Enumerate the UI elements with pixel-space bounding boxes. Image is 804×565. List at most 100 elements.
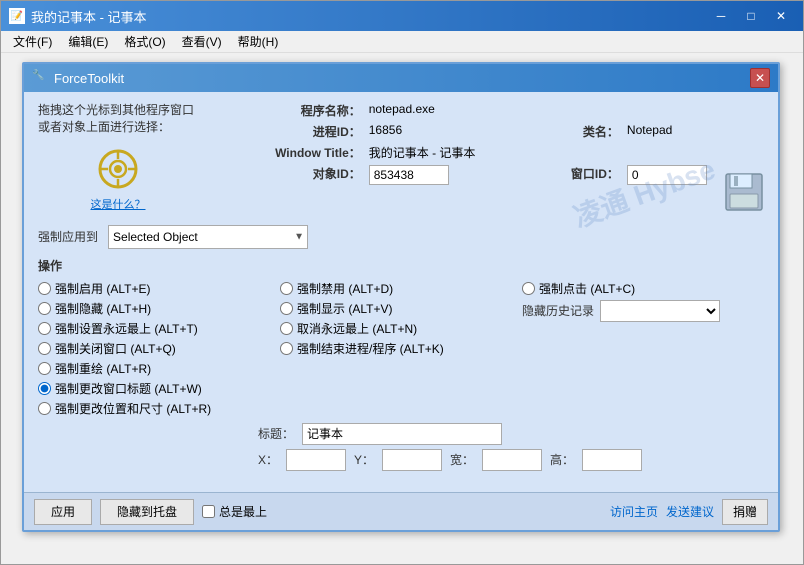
force-apply-row: 强制应用到 Selected Object All Windows Specif…: [38, 225, 764, 249]
op-show[interactable]: 强制显示 (ALT+V): [280, 300, 522, 317]
op-hide-radio[interactable]: [38, 302, 51, 315]
force-apply-select[interactable]: Selected Object All Windows Specific Pro…: [108, 225, 308, 249]
history-select[interactable]: [600, 300, 720, 322]
op-show-radio[interactable]: [280, 302, 293, 315]
op-close-radio[interactable]: [38, 342, 51, 355]
drag-label[interactable]: 这是什么？: [38, 198, 198, 213]
bottom-bar: 应用 隐藏到托盘 总是最上 访问主页 发送建议 捐赠: [24, 492, 778, 530]
op-disable[interactable]: 强制禁用 (ALT+D): [280, 280, 522, 297]
op-always-top[interactable]: 强制设置永远最上 (ALT+T): [38, 320, 280, 337]
program-label: 程序名称：: [218, 102, 361, 119]
program-value: notepad.exe: [369, 102, 764, 119]
dialog-titlebar: 🔧 ForceToolkit ✕: [24, 64, 778, 92]
op-kill[interactable]: 强制结束进程/程序 (ALT+K): [280, 340, 522, 357]
window-title-value: 我的记事本 - 记事本: [369, 144, 764, 161]
notepad-maximize-btn[interactable]: □: [737, 6, 765, 26]
home-link[interactable]: 访问主页: [610, 503, 658, 520]
op-click-label: 强制点击 (ALT+C): [539, 280, 635, 297]
drag-instruction: 拖拽这个光标到其他程序窗口或者对象上面进行选择：: [38, 102, 198, 136]
ops-label: 操作: [38, 257, 764, 274]
class-value: Notepad: [627, 123, 764, 140]
width-input[interactable]: [482, 449, 542, 471]
dialog-title: ForceToolkit: [54, 71, 750, 86]
always-on-top-label: 总是最上: [219, 503, 267, 520]
op-kill-radio[interactable]: [280, 342, 293, 355]
apply-btn[interactable]: 应用: [34, 499, 92, 525]
menu-edit[interactable]: 编辑(E): [60, 31, 116, 52]
height-input[interactable]: [582, 449, 642, 471]
always-on-top-input[interactable]: [202, 505, 215, 518]
notepad-titlebar: 📝 我的记事本 - 记事本 ─ □ ✕: [1, 1, 803, 31]
force-apply-label: 强制应用到: [38, 228, 98, 245]
title-input[interactable]: [302, 423, 502, 445]
class-label: 类名：: [514, 123, 619, 140]
floppy-icon: [724, 172, 764, 212]
op-hide-label: 强制隐藏 (ALT+H): [55, 300, 151, 317]
op-enable-label: 强制启用 (ALT+E): [55, 280, 150, 297]
op-redraw-radio[interactable]: [38, 362, 51, 375]
op-disable-radio[interactable]: [280, 282, 293, 295]
op-click[interactable]: 强制点击 (ALT+C): [522, 280, 764, 297]
object-id-input[interactable]: [369, 165, 449, 185]
notepad-title: 我的记事本 - 记事本: [31, 7, 707, 26]
process-value: 16856: [369, 123, 506, 140]
op-click-radio[interactable]: [522, 282, 535, 295]
x-label: X：: [258, 451, 278, 468]
op-disable-label: 强制禁用 (ALT+D): [297, 280, 393, 297]
y-label: Y：: [354, 451, 374, 468]
op-change-pos[interactable]: 强制更改位置和尺寸 (ALT+R): [38, 400, 280, 417]
notepad-win-controls: ─ □ ✕: [707, 6, 795, 26]
dialog-content: 凌通 Hybse 拖拽这个光标到其他程序窗口或者对象上面进行选择：: [24, 92, 778, 485]
op-cancel-top-radio[interactable]: [280, 322, 293, 335]
menu-format[interactable]: 格式(O): [116, 31, 173, 52]
op-change-pos-label: 强制更改位置和尺寸 (ALT+R): [55, 400, 211, 417]
op-always-top-radio[interactable]: [38, 322, 51, 335]
op-redraw[interactable]: 强制重绘 (ALT+R): [38, 360, 280, 377]
title-label: 标题：: [258, 425, 294, 442]
info-grid: 程序名称： notepad.exe 进程ID： 16856 类名： Notepa…: [218, 102, 764, 213]
window-title-label: Window Title：: [218, 144, 361, 161]
menu-help[interactable]: 帮助(H): [230, 31, 287, 52]
always-on-top-checkbox[interactable]: 总是最上: [202, 503, 267, 520]
dialog-icon: 🔧: [32, 70, 48, 86]
title-row: 标题：: [258, 423, 764, 445]
history-label: 隐藏历史记录: [522, 302, 594, 319]
notepad-icon: 📝: [9, 8, 25, 24]
y-input[interactable]: [382, 449, 442, 471]
process-label: 进程ID：: [218, 123, 361, 140]
forcetoolkit-dialog: 🔧 ForceToolkit ✕ 凌通 Hybse 拖拽这个光标到其他程序窗口或…: [22, 62, 780, 532]
drag-icon[interactable]: [91, 142, 145, 196]
menu-view[interactable]: 查看(V): [174, 31, 230, 52]
history-row: 隐藏历史记录: [522, 300, 764, 322]
op-change-title-radio[interactable]: [38, 382, 51, 395]
op-enable[interactable]: 强制启用 (ALT+E): [38, 280, 280, 297]
op-hide[interactable]: 强制隐藏 (ALT+H): [38, 300, 280, 317]
notepad-menubar: 文件(F) 编辑(E) 格式(O) 查看(V) 帮助(H): [1, 31, 803, 53]
notepad-minimize-btn[interactable]: ─: [707, 6, 735, 26]
op-always-top-label: 强制设置永远最上 (ALT+T): [55, 320, 198, 337]
op-redraw-label: 强制重绘 (ALT+R): [55, 360, 151, 377]
window-id-input[interactable]: [627, 165, 707, 185]
op-close-label: 强制关闭窗口 (ALT+Q): [55, 340, 176, 357]
op-enable-radio[interactable]: [38, 282, 51, 295]
object-id-label: 对象ID：: [218, 165, 361, 185]
op-cancel-top[interactable]: 取消永远最上 (ALT+N): [280, 320, 522, 337]
hide-to-tray-btn[interactable]: 隐藏到托盘: [100, 499, 194, 525]
dialog-close-btn[interactable]: ✕: [750, 68, 770, 88]
notepad-close-btn[interactable]: ✕: [767, 6, 795, 26]
width-label: 宽：: [450, 451, 474, 468]
feedback-link[interactable]: 发送建议: [666, 503, 714, 520]
op-kill-label: 强制结束进程/程序 (ALT+K): [297, 340, 444, 357]
op-show-label: 强制显示 (ALT+V): [297, 300, 392, 317]
window-id-label: 窗口ID：: [514, 165, 619, 185]
donate-btn[interactable]: 捐赠: [722, 499, 768, 525]
op-change-pos-radio[interactable]: [38, 402, 51, 415]
op-cancel-top-label: 取消永远最上 (ALT+N): [297, 320, 417, 337]
drag-section: 拖拽这个光标到其他程序窗口或者对象上面进行选择： 这是什么？: [38, 102, 198, 213]
op-change-title-label: 强制更改窗口标题 (ALT+W): [55, 380, 202, 397]
op-close[interactable]: 强制关闭窗口 (ALT+Q): [38, 340, 280, 357]
top-row: 拖拽这个光标到其他程序窗口或者对象上面进行选择： 这是什么？ 程序名称：: [38, 102, 764, 213]
op-change-title[interactable]: 强制更改窗口标题 (ALT+W): [38, 380, 280, 397]
menu-file[interactable]: 文件(F): [5, 31, 60, 52]
x-input[interactable]: [286, 449, 346, 471]
